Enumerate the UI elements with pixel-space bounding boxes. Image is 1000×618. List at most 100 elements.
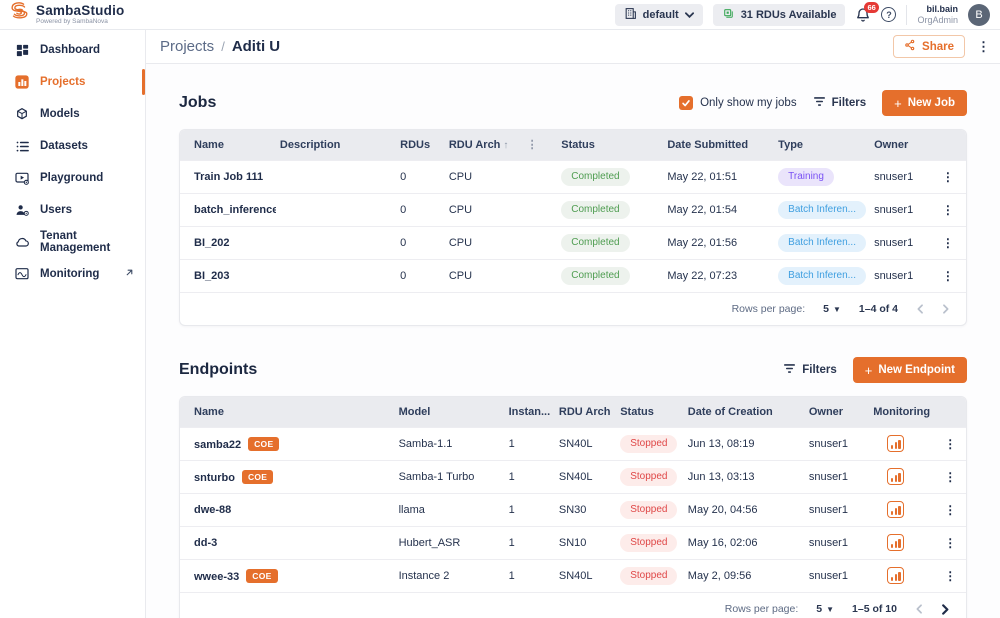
- table-row[interactable]: BI_203 0 CPU Completed May 22, 07:23 Bat…: [180, 259, 966, 292]
- endpoint-instances: 1: [505, 460, 555, 493]
- job-description: [276, 226, 396, 259]
- notifications-button[interactable]: 66: [855, 7, 871, 23]
- new-job-button[interactable]: + New Job: [882, 90, 967, 116]
- sidebar-item-monitoring[interactable]: Monitoring: [0, 258, 145, 290]
- table-row[interactable]: wwee-33COE Instance 2 1 SN40L Stopped Ma…: [180, 559, 966, 592]
- endpoint-name[interactable]: wwee-33: [194, 571, 239, 583]
- jobs-filters-button[interactable]: Filters: [813, 96, 867, 110]
- monitoring-link-icon[interactable]: [887, 435, 904, 452]
- new-endpoint-button[interactable]: + New Endpoint: [853, 357, 967, 383]
- row-actions-menu[interactable]: ⋮: [930, 160, 966, 193]
- rows-per-page-select[interactable]: 5▼: [823, 303, 841, 315]
- previous-page-button[interactable]: [915, 604, 923, 614]
- col-name[interactable]: Name: [180, 397, 395, 427]
- table-row[interactable]: Train Job 111 0 CPU Completed May 22, 01…: [180, 160, 966, 193]
- col-options[interactable]: ⋮: [523, 130, 558, 160]
- jobs-section-header: Jobs Only show my jobs Filters + New J: [179, 90, 967, 116]
- page-overflow-menu[interactable]: ⋮: [977, 40, 990, 53]
- sidebar-item-projects[interactable]: Projects: [0, 66, 145, 98]
- col-status[interactable]: Status: [557, 130, 663, 160]
- column-menu-icon[interactable]: ⋮: [527, 139, 538, 151]
- endpoint-name[interactable]: dwe-88: [194, 504, 231, 516]
- row-actions-menu[interactable]: ⋮: [930, 226, 966, 259]
- sidebar: Dashboard Projects Models Datasets: [0, 30, 146, 618]
- endpoint-date: May 20, 04:56: [684, 493, 805, 526]
- status-badge: Stopped: [620, 468, 677, 486]
- table-row[interactable]: samba22COE Samba-1.1 1 SN40L Stopped Jun…: [180, 427, 966, 460]
- monitoring-link-icon[interactable]: [887, 567, 904, 584]
- col-date-submitted[interactable]: Date Submitted: [663, 130, 774, 160]
- endpoints-header-row: Name Model Instan... RDU Arch Status Dat…: [180, 397, 966, 427]
- sidebar-item-users[interactable]: Users: [0, 194, 145, 226]
- col-instances[interactable]: Instan...: [505, 397, 555, 427]
- row-actions-menu[interactable]: ⋮: [935, 460, 967, 493]
- col-owner[interactable]: Owner: [805, 397, 869, 427]
- col-monitoring[interactable]: Monitoring: [869, 397, 934, 427]
- page-range: 1–4 of 4: [859, 303, 898, 315]
- row-actions-menu[interactable]: ⋮: [935, 526, 967, 559]
- job-name[interactable]: Train Job 111: [180, 160, 276, 193]
- monitoring-link-icon[interactable]: [887, 501, 904, 518]
- table-row[interactable]: dwe-88 llama 1 SN30 Stopped May 20, 04:5…: [180, 493, 966, 526]
- row-actions-menu[interactable]: ⋮: [935, 493, 967, 526]
- endpoint-name[interactable]: dd-3: [194, 537, 217, 549]
- users-person-icon: [13, 201, 31, 219]
- endpoint-model: Hubert_ASR: [395, 526, 505, 559]
- endpoints-filters-button[interactable]: Filters: [783, 363, 837, 377]
- col-model[interactable]: Model: [395, 397, 505, 427]
- rdus-available-indicator[interactable]: 31 RDUs Available: [713, 4, 846, 26]
- sort-asc-icon[interactable]: ↑: [503, 140, 508, 151]
- job-name[interactable]: batch_inference: [180, 193, 276, 226]
- job-owner: snuser1: [870, 226, 930, 259]
- user-avatar[interactable]: B: [968, 4, 990, 26]
- rdus-available-label: 31 RDUs Available: [741, 9, 837, 21]
- sidebar-item-datasets[interactable]: Datasets: [0, 130, 145, 162]
- help-button[interactable]: ?: [881, 7, 896, 22]
- page-range: 1–5 of 10: [852, 603, 897, 615]
- col-rdu-arch[interactable]: RDU Arch↑: [445, 130, 523, 160]
- sidebar-item-models[interactable]: Models: [0, 98, 145, 130]
- previous-page-button[interactable]: [916, 304, 924, 314]
- table-row[interactable]: BI_202 0 CPU Completed May 22, 01:56 Bat…: [180, 226, 966, 259]
- monitoring-link-icon[interactable]: [887, 468, 904, 485]
- col-date-of-creation[interactable]: Date of Creation: [684, 397, 805, 427]
- type-badge: Training: [778, 168, 834, 186]
- job-date: May 22, 01:56: [663, 226, 774, 259]
- row-actions-menu[interactable]: ⋮: [930, 259, 966, 292]
- share-button[interactable]: Share: [893, 35, 965, 58]
- job-date: May 22, 01:54: [663, 193, 774, 226]
- endpoint-owner: snuser1: [805, 526, 869, 559]
- table-row[interactable]: dd-3 Hubert_ASR 1 SN10 Stopped May 16, 0…: [180, 526, 966, 559]
- only-show-my-jobs-checkbox[interactable]: Only show my jobs: [679, 96, 797, 110]
- row-actions-menu[interactable]: ⋮: [935, 559, 967, 592]
- rows-per-page-select[interactable]: 5▼: [816, 603, 834, 615]
- app-tagline: Powered by SambaNova: [36, 19, 124, 26]
- endpoint-name[interactable]: snturbo: [194, 472, 235, 484]
- sidebar-item-playground[interactable]: Playground: [0, 162, 145, 194]
- endpoint-name[interactable]: samba22: [194, 439, 241, 451]
- status-badge: Stopped: [620, 435, 677, 453]
- col-rdus[interactable]: RDUs: [396, 130, 445, 160]
- col-rdu-arch[interactable]: RDU Arch: [555, 397, 616, 427]
- tenant-selector[interactable]: default: [615, 4, 703, 26]
- job-date: May 22, 01:51: [663, 160, 774, 193]
- next-page-button[interactable]: [942, 304, 950, 314]
- job-name[interactable]: BI_203: [180, 259, 276, 292]
- breadcrumb-projects-link[interactable]: Projects: [160, 38, 214, 55]
- row-actions-menu[interactable]: ⋮: [930, 193, 966, 226]
- table-row[interactable]: snturboCOE Samba-1 Turbo 1 SN40L Stopped…: [180, 460, 966, 493]
- col-name[interactable]: Name: [180, 130, 276, 160]
- sidebar-item-dashboard[interactable]: Dashboard: [0, 34, 145, 66]
- col-description[interactable]: Description: [276, 130, 396, 160]
- col-type[interactable]: Type: [774, 130, 870, 160]
- col-status[interactable]: Status: [616, 397, 684, 427]
- table-row[interactable]: batch_inference 0 CPU Completed May 22, …: [180, 193, 966, 226]
- top-header: SambaStudio Powered by SambaNova default: [0, 0, 1000, 30]
- next-page-button[interactable]: [941, 604, 950, 615]
- monitoring-link-icon[interactable]: [887, 534, 904, 551]
- job-name[interactable]: BI_202: [180, 226, 276, 259]
- sidebar-item-tenant-management[interactable]: Tenant Management: [0, 226, 145, 258]
- col-owner[interactable]: Owner: [870, 130, 930, 160]
- row-actions-menu[interactable]: ⋮: [935, 427, 967, 460]
- endpoint-rdu-arch: SN40L: [555, 460, 616, 493]
